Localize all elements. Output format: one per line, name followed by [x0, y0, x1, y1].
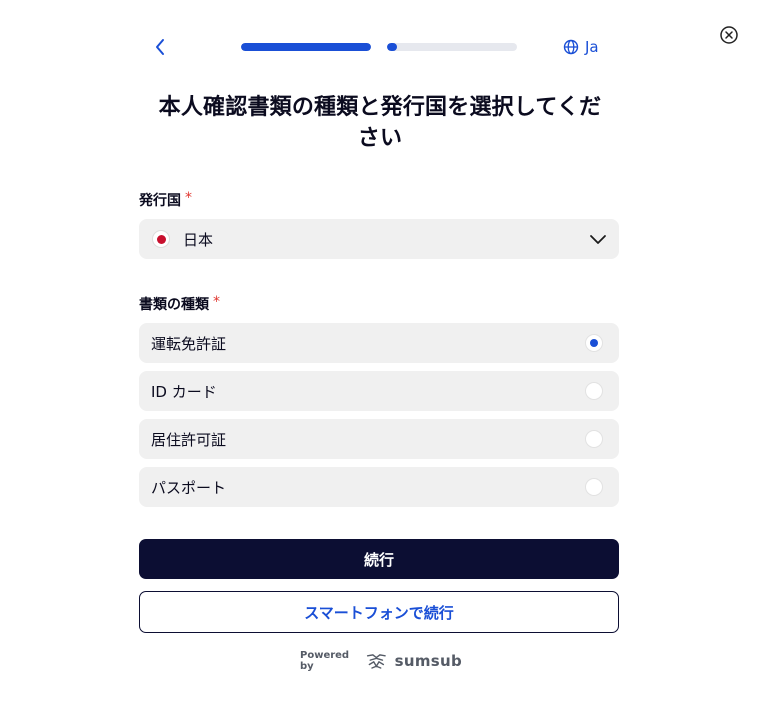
document-option-drivers-license[interactable]: 運転免許証 — [139, 323, 619, 363]
chevron-left-icon — [156, 39, 164, 55]
continue-on-smartphone-label: スマートフォンで続行 — [304, 603, 454, 622]
page-title-line-1: 本人確認書類の種類と発行国を選択してくだ — [158, 95, 602, 120]
document-type-label: 書類の種類 * — [139, 294, 220, 314]
page-title-line-2: さい — [357, 126, 403, 151]
document-option-passport[interactable]: パスポート — [139, 467, 619, 507]
country-label: 発行国 * — [139, 190, 192, 210]
radio-button[interactable] — [585, 430, 603, 448]
back-button[interactable] — [148, 34, 172, 60]
option-label: ID カード — [151, 382, 217, 401]
powered-by-text: Powered by — [300, 650, 350, 672]
progress-fill-1 — [241, 43, 371, 51]
country-selected-value: 日本 — [183, 230, 214, 249]
continue-on-smartphone-button[interactable]: スマートフォンで続行 — [139, 591, 619, 633]
required-mark: * — [185, 190, 192, 206]
document-option-id-card[interactable]: ID カード — [139, 371, 619, 411]
document-option-residence-permit[interactable]: 居住許可証 — [139, 419, 619, 459]
language-selector[interactable]: Ja — [563, 35, 599, 59]
option-label: パスポート — [151, 478, 227, 497]
option-label: 居住許可証 — [151, 430, 227, 449]
progress-step-1 — [241, 43, 371, 51]
sumsub-logo-icon — [366, 654, 386, 669]
country-label-text: 発行国 — [139, 193, 181, 209]
option-label: 運転免許証 — [151, 334, 227, 353]
radio-selected-dot — [590, 339, 598, 347]
required-mark: * — [213, 294, 220, 310]
continue-button[interactable]: 続行 — [139, 539, 619, 579]
language-label: Ja — [585, 38, 599, 56]
brand-name: sumsub — [394, 652, 462, 670]
close-circle-icon — [720, 26, 738, 44]
powered-by-footer: Powered by sumsub — [300, 650, 462, 672]
close-button[interactable] — [718, 24, 740, 46]
progress-fill-2 — [387, 43, 398, 51]
progress-step-2 — [387, 43, 517, 51]
country-select[interactable]: 日本 — [139, 219, 619, 259]
japan-flag-icon — [152, 230, 170, 248]
page-title: 本人確認書類の種類と発行国を選択してくだ さい — [120, 92, 640, 154]
chevron-down-icon — [590, 235, 606, 244]
radio-button[interactable] — [585, 382, 603, 400]
document-type-label-text: 書類の種類 — [139, 297, 209, 313]
globe-icon — [563, 39, 579, 55]
radio-button[interactable] — [585, 334, 603, 352]
radio-button[interactable] — [585, 478, 603, 496]
